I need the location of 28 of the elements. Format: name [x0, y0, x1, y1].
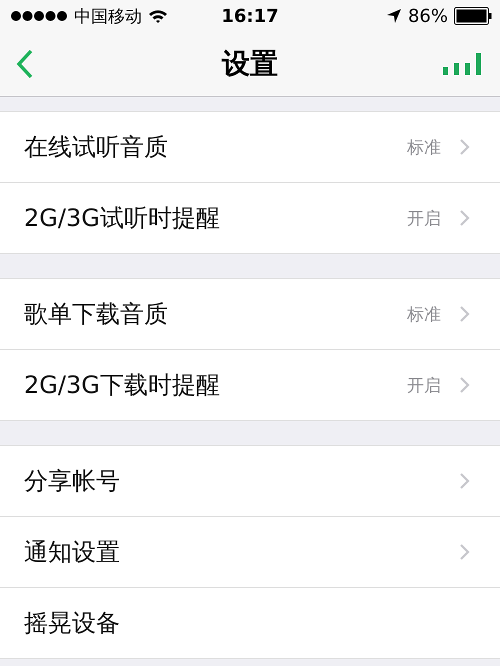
settings-row[interactable]: 2G/3G下载时提醒 开启 — [0, 350, 500, 420]
row-value: 开启 — [407, 208, 441, 230]
back-icon[interactable] — [16, 49, 34, 79]
bars-icon[interactable] — [442, 53, 482, 75]
settings-row[interactable]: 歌单下载音质 标准 — [0, 279, 500, 350]
settings-row[interactable]: 通知设置 — [0, 517, 500, 588]
settings-row[interactable]: 在线试听音质 标准 — [0, 112, 500, 183]
battery-percent: 86% — [408, 6, 448, 26]
settings-row[interactable]: 分享帐号 — [0, 446, 500, 517]
row-label: 歌单下载音质 — [24, 299, 169, 330]
settings-row[interactable]: 摇晃设备 — [0, 588, 500, 658]
row-value: 开启 — [407, 374, 441, 396]
wifi-icon — [148, 8, 168, 24]
location-arrow-icon — [386, 8, 402, 24]
page-title: 设置 — [222, 46, 278, 82]
row-value: 标准 — [407, 304, 441, 326]
row-label: 分享帐号 — [24, 466, 121, 497]
battery-icon — [454, 7, 492, 25]
status-time: 16:17 — [221, 6, 279, 26]
carrier-name: 中国移动 — [74, 6, 142, 28]
row-label: 通知设置 — [24, 537, 121, 568]
signal-dots-icon — [10, 10, 68, 22]
row-label: 在线试听音质 — [24, 132, 169, 163]
row-label: 摇晃设备 — [24, 608, 121, 639]
row-value: 标准 — [407, 136, 441, 158]
row-label: 2G/3G试听时提醒 — [24, 203, 221, 234]
row-label: 2G/3G下载时提醒 — [24, 370, 221, 401]
settings-row[interactable]: 2G/3G试听时提醒 开启 — [0, 183, 500, 253]
